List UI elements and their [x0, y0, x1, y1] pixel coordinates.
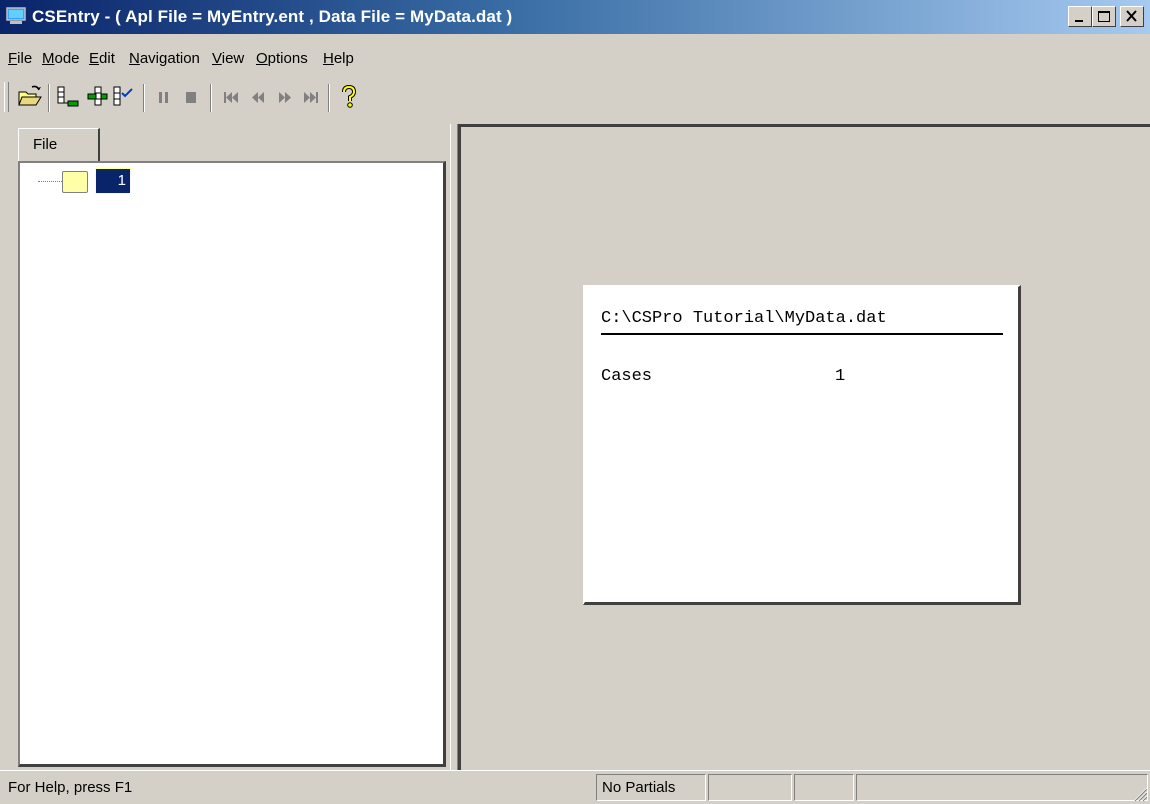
resize-grip-icon[interactable]: [1130, 784, 1148, 802]
close-icon: [1126, 10, 1137, 22]
toolbar-grip[interactable]: [4, 82, 9, 112]
case-node-label[interactable]: 1: [95, 168, 131, 194]
menu-view[interactable]: View: [212, 50, 244, 67]
cases-count: 1: [835, 367, 846, 386]
open-folder-icon: [18, 85, 42, 106]
app-icon[interactable]: [6, 7, 26, 25]
menu-file[interactable]: File: [8, 50, 32, 67]
menu-help-accel: H: [323, 50, 334, 67]
menu-navigation[interactable]: Navigation: [129, 50, 200, 67]
status-partials-label: No Partials: [602, 779, 676, 796]
toolbar: [0, 80, 1150, 118]
next-case-icon: [279, 92, 291, 103]
close-button[interactable]: [1120, 6, 1144, 27]
pause-button[interactable]: [151, 84, 177, 110]
menu-edit-label: dit: [99, 50, 115, 67]
menu-mode-label: ode: [54, 50, 80, 67]
status-partials: No Partials: [596, 774, 706, 801]
add-case-button[interactable]: [55, 84, 81, 110]
menu-file-label: ile: [17, 50, 33, 67]
last-case-icon: [304, 92, 318, 103]
toolbar-separator: [328, 84, 330, 112]
verify-case-button[interactable]: [111, 84, 137, 110]
status-help-text: For Help, press F1: [8, 779, 133, 796]
title-bar[interactable]: CSEntry - ( Apl File = MyEntry.ent , Dat…: [0, 0, 1150, 34]
case-tree[interactable]: 1: [18, 161, 446, 767]
divider: [601, 333, 1003, 335]
status-pane-3: [794, 774, 854, 801]
data-file-summary: C:\CSPro Tutorial\MyData.dat Cases 1: [583, 285, 1021, 605]
cases-label: Cases: [601, 367, 653, 386]
minimize-button[interactable]: [1068, 6, 1092, 27]
pause-icon: [159, 92, 168, 103]
first-case-button[interactable]: [218, 84, 244, 110]
status-pane-4: [856, 774, 1148, 801]
minimize-icon: [1075, 20, 1083, 22]
menu-help-label: elp: [333, 50, 354, 67]
menu-options-label: ptions: [267, 50, 308, 67]
insert-case-button[interactable]: [84, 84, 110, 110]
data-file-path: C:\CSPro Tutorial\MyData.dat: [601, 309, 887, 328]
maximize-button[interactable]: [1092, 6, 1116, 27]
menu-file-accel: F: [8, 50, 18, 67]
menu-mode-accel: M: [42, 50, 55, 67]
window-title: CSEntry - ( Apl File = MyEntry.ent , Dat…: [32, 7, 513, 26]
menu-bar: File Mode Edit Navigation View Options H…: [0, 46, 1150, 72]
previous-case-icon: [252, 92, 264, 103]
next-case-button[interactable]: [272, 84, 298, 110]
toolbar-separator: [48, 84, 50, 112]
menu-view-accel: V: [212, 50, 222, 67]
previous-case-button[interactable]: [245, 84, 271, 110]
toolbar-separator: [143, 84, 145, 112]
tab-file[interactable]: File: [18, 128, 100, 162]
menu-options-accel: O: [256, 50, 268, 67]
pane-splitter[interactable]: [450, 124, 458, 770]
menu-mode[interactable]: Mode: [42, 50, 80, 67]
first-case-icon: [224, 92, 238, 103]
menu-help[interactable]: Help: [323, 50, 354, 67]
menu-edit-accel: E: [89, 50, 100, 67]
maximize-icon: [1098, 11, 1110, 22]
tab-file-label: File: [33, 136, 58, 153]
last-case-button[interactable]: [298, 84, 324, 110]
menu-options[interactable]: Options: [256, 50, 308, 67]
stop-icon: [186, 92, 196, 103]
status-bar: For Help, press F1 No Partials: [0, 770, 1150, 804]
menu-navigation-accel: N: [129, 50, 140, 67]
menu-view-label: iew: [221, 50, 245, 67]
data-entry-area: C:\CSPro Tutorial\MyData.dat Cases 1: [458, 124, 1150, 770]
menu-navigation-label: avigation: [139, 50, 200, 67]
case-tree-pane: File 1: [6, 124, 450, 770]
status-pane-2: [708, 774, 792, 801]
menu-edit[interactable]: Edit: [89, 50, 115, 67]
open-button[interactable]: [17, 84, 43, 110]
help-button[interactable]: [336, 84, 362, 110]
insert-case-icon: [87, 86, 108, 106]
help-icon: [342, 84, 357, 108]
case-node-icon[interactable]: [62, 171, 88, 193]
add-case-icon: [57, 86, 79, 107]
stop-button[interactable]: [178, 84, 204, 110]
verify-case-icon: [113, 86, 133, 106]
toolbar-separator: [210, 84, 212, 112]
